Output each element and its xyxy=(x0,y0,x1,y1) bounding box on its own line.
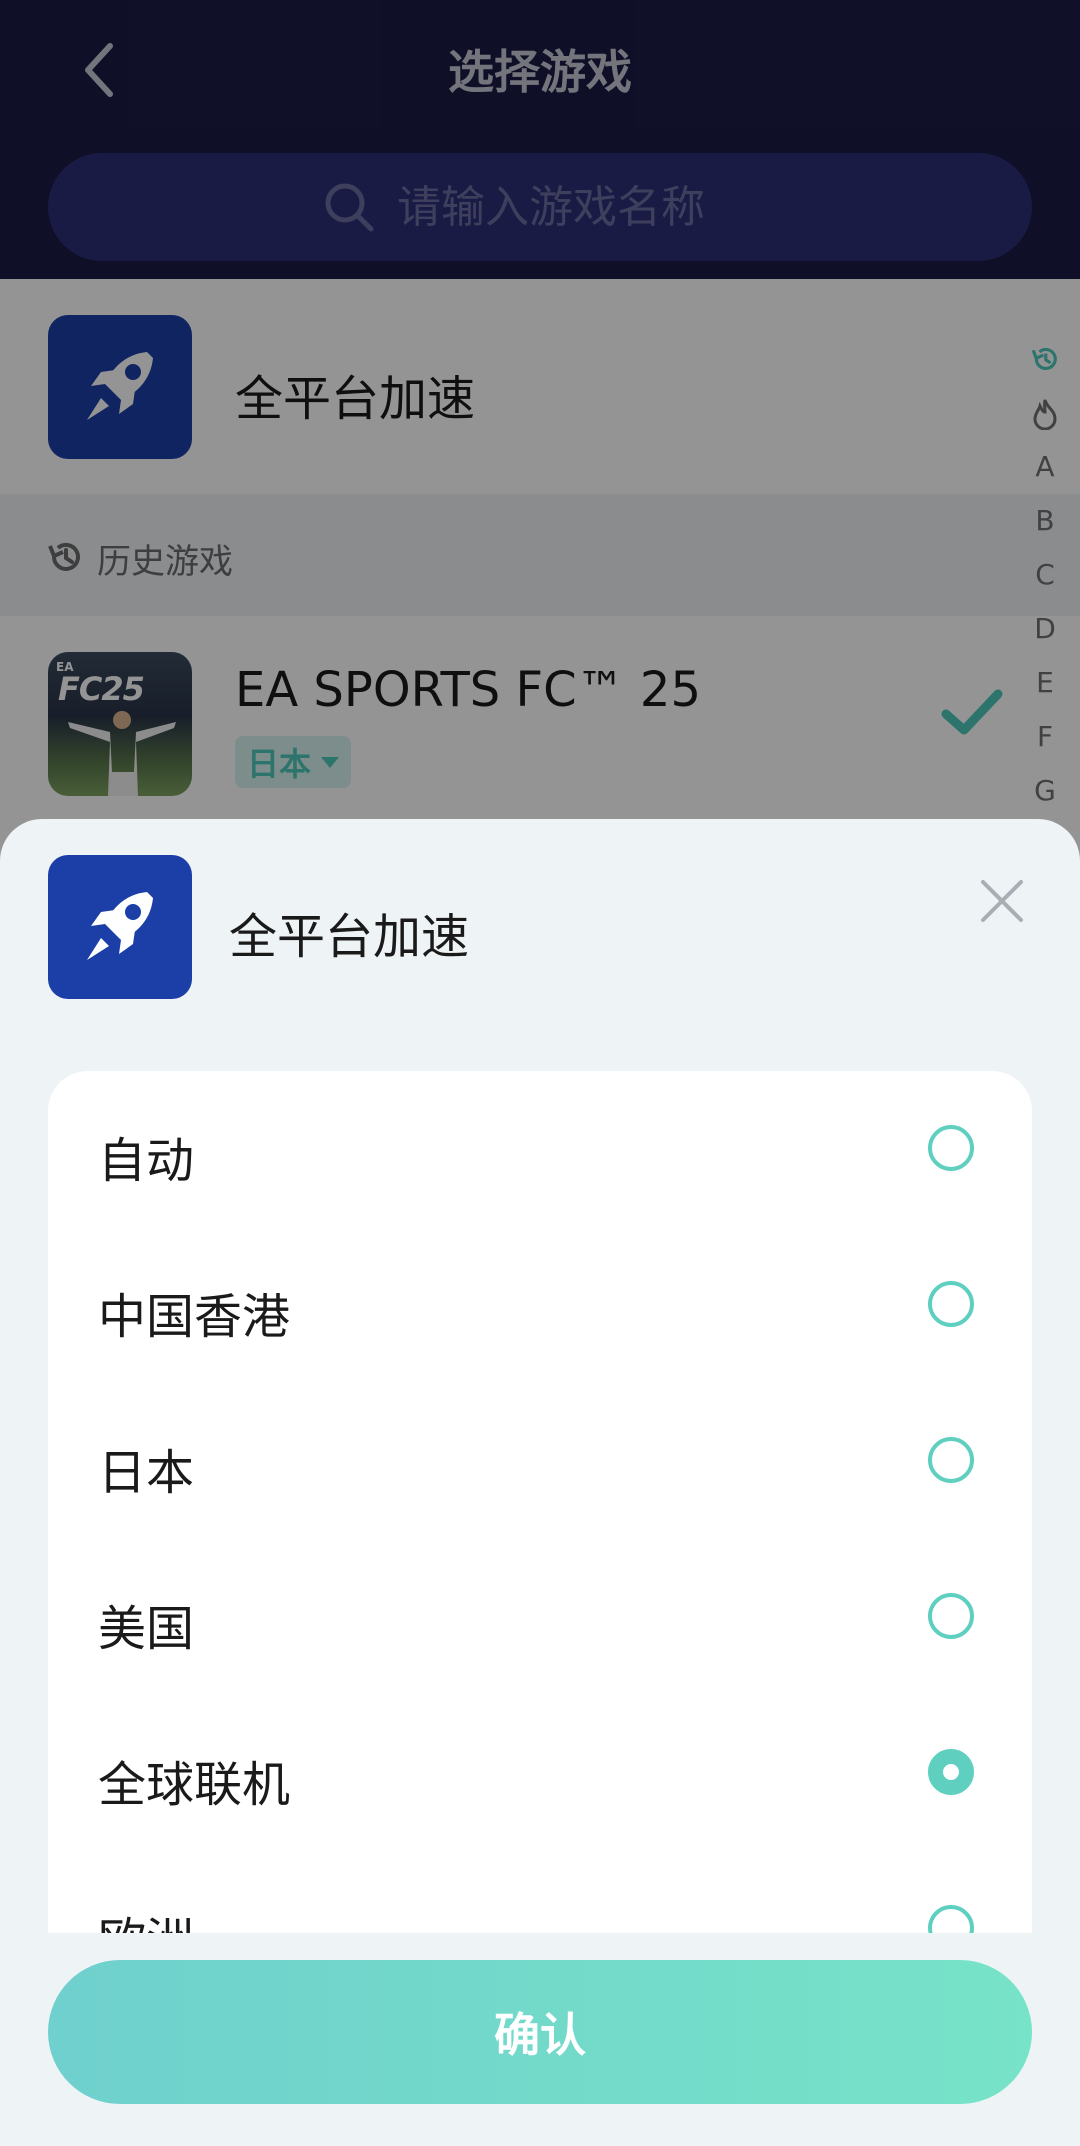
radio-button[interactable] xyxy=(928,1905,974,1933)
region-bottom-sheet: 全平台加速 自动 中国香港 日本 美国 全球联机 欧洲 确认 xyxy=(0,819,1080,2146)
region-option[interactable]: 日本 xyxy=(48,1383,1032,1539)
region-option[interactable]: 自动 xyxy=(48,1071,1032,1227)
region-option[interactable]: 美国 xyxy=(48,1539,1032,1695)
option-label: 日本 xyxy=(98,1445,195,1501)
radio-button[interactable] xyxy=(928,1125,974,1171)
radio-button[interactable] xyxy=(928,1593,974,1639)
rocket-icon xyxy=(87,892,153,960)
close-icon[interactable] xyxy=(975,874,1029,928)
region-option[interactable]: 全球联机 xyxy=(48,1695,1032,1851)
option-label: 中国香港 xyxy=(98,1289,291,1345)
sheet-title: 全平台加速 xyxy=(229,909,470,965)
region-option[interactable]: 欧洲 xyxy=(48,1851,1032,1933)
confirm-button[interactable]: 确认 xyxy=(48,1960,1032,2104)
rocket-app-icon xyxy=(48,855,192,999)
region-options-list[interactable]: 自动 中国香港 日本 美国 全球联机 欧洲 xyxy=(48,1071,1032,1933)
option-label: 美国 xyxy=(98,1601,195,1657)
option-label: 欧洲 xyxy=(98,1901,194,1933)
option-label: 全球联机 xyxy=(98,1757,291,1813)
radio-button[interactable] xyxy=(928,1281,974,1327)
option-label: 自动 xyxy=(98,1133,195,1189)
radio-button-selected[interactable] xyxy=(928,1749,974,1795)
radio-button[interactable] xyxy=(928,1437,974,1483)
region-option[interactable]: 中国香港 xyxy=(48,1227,1032,1383)
